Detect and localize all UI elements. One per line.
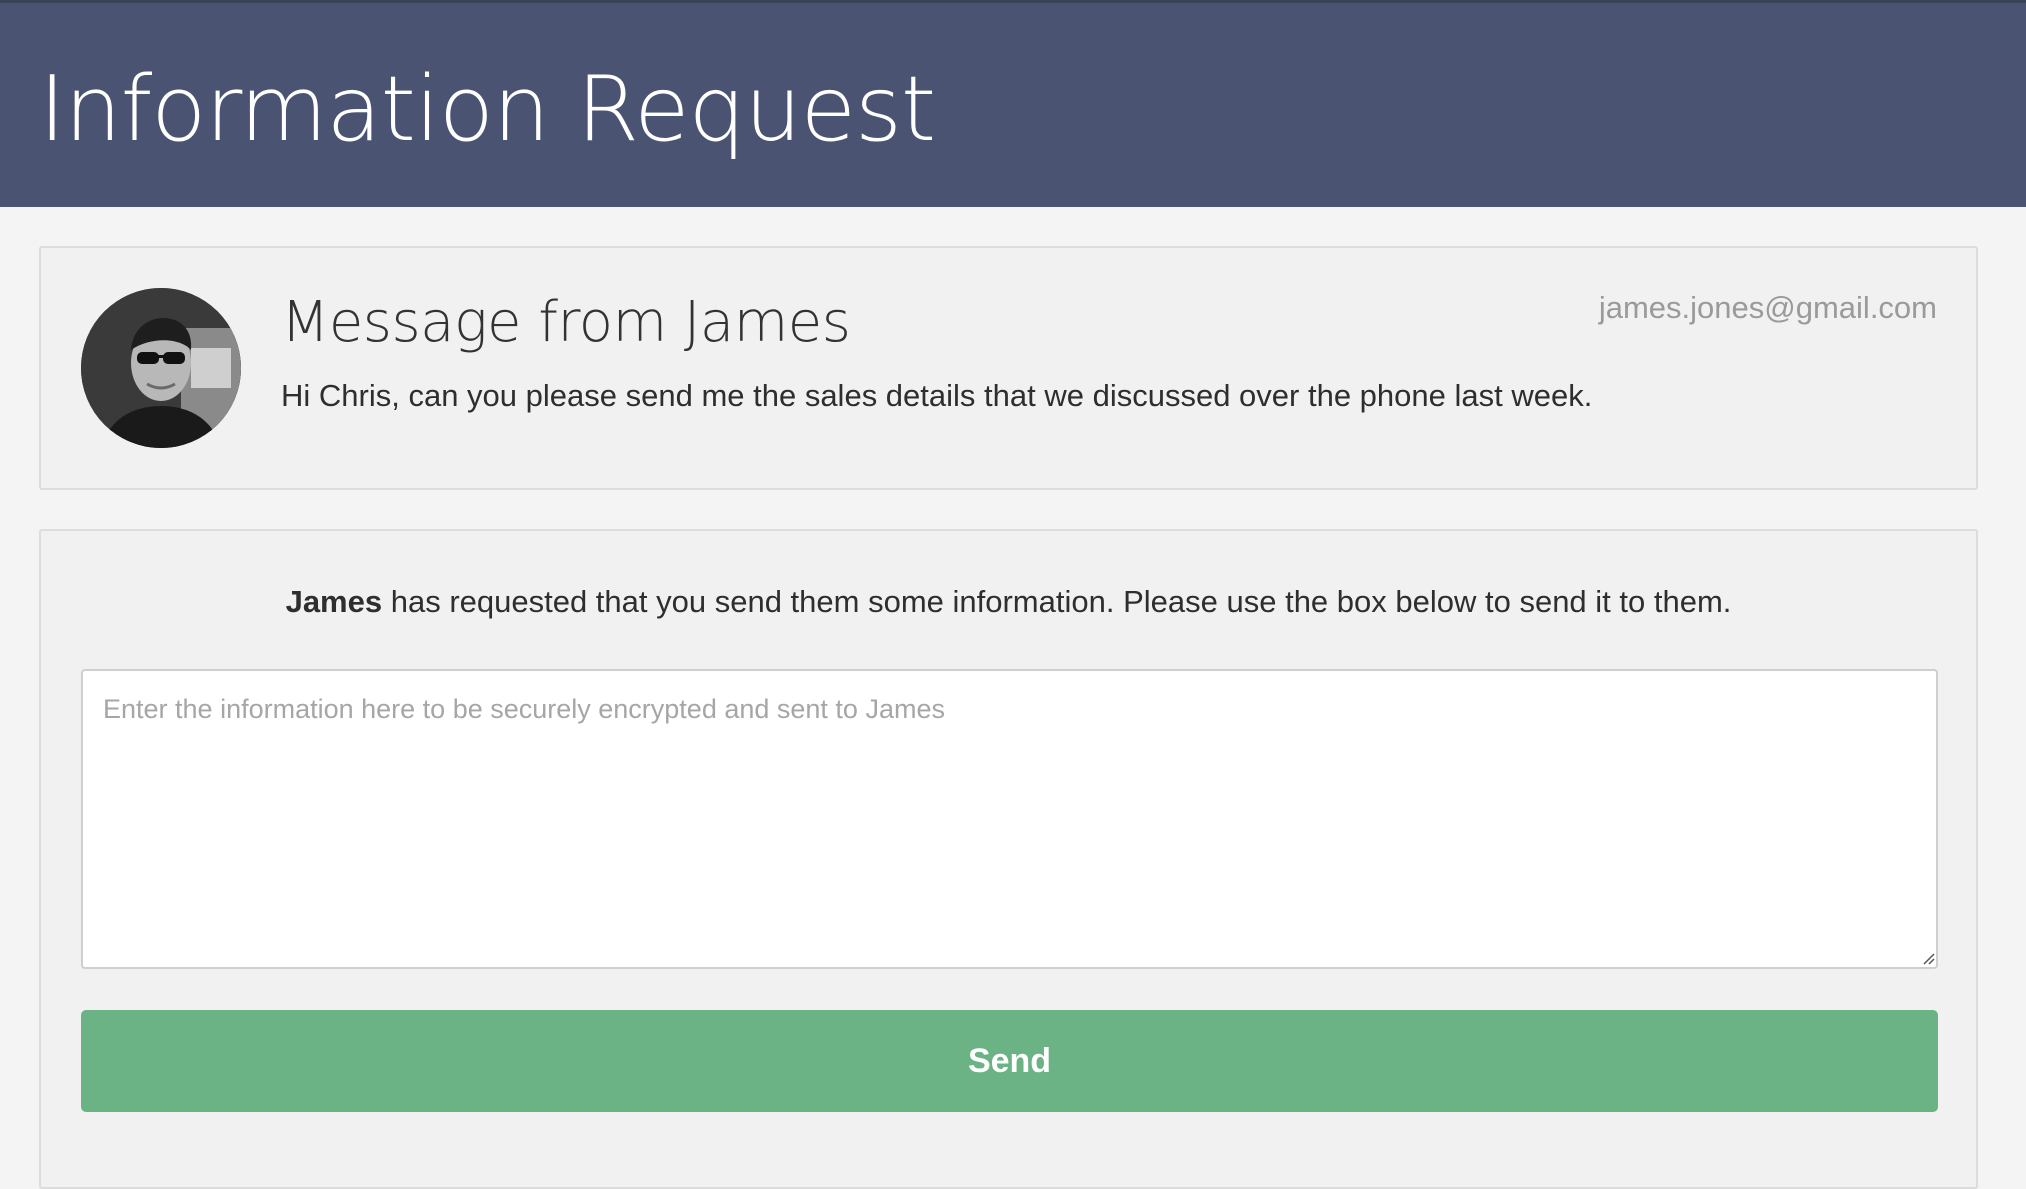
page-header: Information Request [0, 0, 2026, 207]
avatar [81, 288, 241, 448]
send-button[interactable]: Send [81, 1010, 1938, 1112]
message-card: Message from James james.jones@gmail.com… [39, 246, 1978, 490]
requester-name: James [285, 584, 383, 619]
request-card: James has requested that you send them s… [39, 529, 1978, 1189]
message-title: Message from James [281, 290, 851, 355]
sender-email[interactable]: james.jones@gmail.com [1599, 288, 1937, 328]
resize-handle-icon[interactable] [1921, 951, 1935, 965]
message-body: Hi Chris, can you please send me the sal… [281, 378, 1593, 413]
information-textarea[interactable] [81, 669, 1938, 969]
page-title: Information Request [39, 57, 936, 162]
user-photo-avatar-icon [81, 288, 241, 448]
request-instruction: James has requested that you send them s… [41, 581, 1976, 623]
instruction-text: has requested that you send them some in… [382, 584, 1732, 619]
